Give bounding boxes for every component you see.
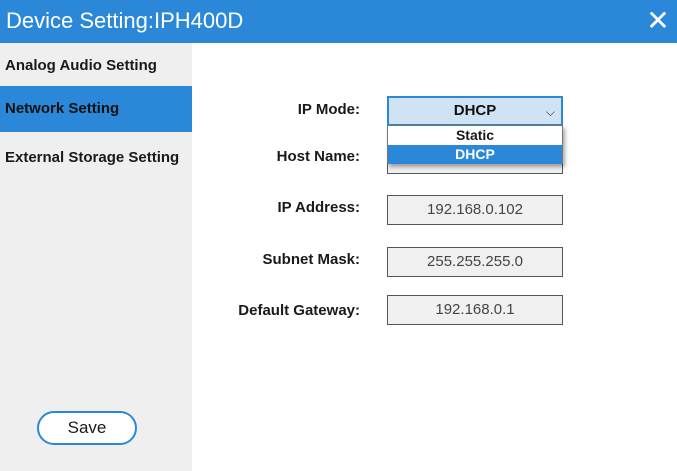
- ip-mode-value: DHCP: [453, 102, 497, 119]
- title-bar: Device Setting:IPH400D ✕: [0, 0, 677, 43]
- sidebar-item-label: Analog Audio Setting: [5, 57, 157, 74]
- ip-mode-option-dhcp[interactable]: DHCP: [388, 145, 562, 164]
- chevron-down-icon: ⌵: [545, 105, 555, 119]
- sidebar: Analog Audio Setting Network Setting Ext…: [0, 43, 192, 471]
- subnet-mask-label: Subnet Mask:: [262, 251, 360, 268]
- window-title: Device Setting:IPH400D: [6, 8, 244, 33]
- ip-mode-select[interactable]: DHCP ⌵: [387, 96, 563, 126]
- sidebar-item-label: External Storage Setting: [5, 149, 180, 166]
- sidebar-item-label: Network Setting: [5, 100, 120, 117]
- default-gateway-label: Default Gateway:: [238, 302, 360, 319]
- sidebar-item-analog-audio[interactable]: Analog Audio Setting: [0, 43, 192, 89]
- close-icon[interactable]: ✕: [643, 4, 673, 38]
- sidebar-item-external-storage[interactable]: External Storage Setting: [0, 135, 192, 181]
- ip-mode-label: IP Mode:: [297, 101, 360, 118]
- ip-mode-option-static[interactable]: Static: [388, 126, 562, 145]
- ip-address-label: IP Address:: [277, 199, 360, 216]
- host-name-label: Host Name:: [276, 148, 360, 165]
- save-button[interactable]: Save: [37, 411, 137, 445]
- sidebar-item-network[interactable]: Network Setting: [0, 86, 192, 132]
- default-gateway-field[interactable]: 192.168.0.1: [387, 295, 563, 325]
- ip-address-field[interactable]: 192.168.0.102: [387, 195, 563, 225]
- ip-mode-dropdown: Static DHCP: [387, 125, 563, 164]
- subnet-mask-field[interactable]: 255.255.255.0: [387, 247, 563, 277]
